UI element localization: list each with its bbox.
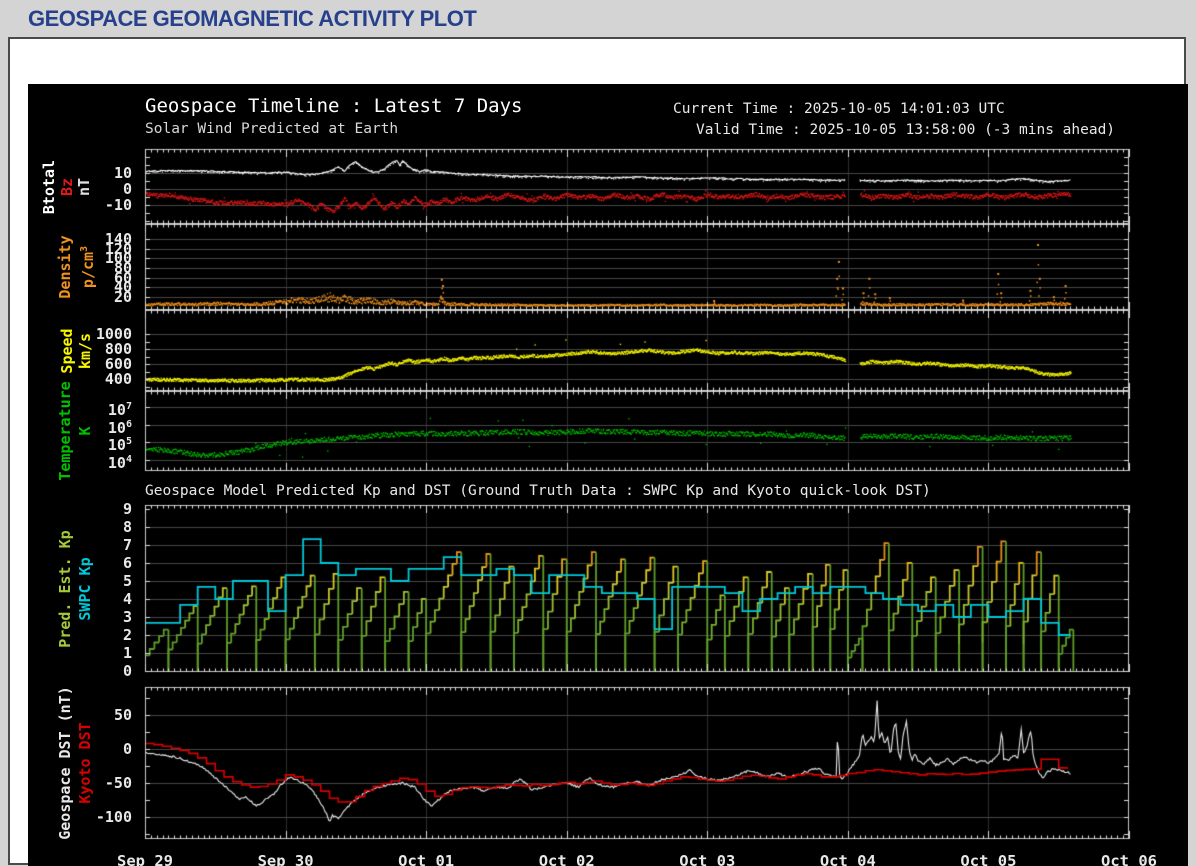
xtick-oct-01: Oct 01 (398, 852, 455, 866)
valid-time-label: Valid Time : 2025-10-05 13:58:00 (-3 min… (696, 122, 1116, 138)
ylabel-temperature: Temperature (56, 381, 74, 481)
xtick-oct-05: Oct 05 (960, 852, 1017, 866)
plot-frame: Geospace Timeline : Latest 7 Days Curren… (8, 37, 1188, 866)
page: GEOSPACE GEOMAGNETIC ACTIVITY PLOT Geosp… (0, 0, 1196, 866)
chart-title: Geospace Timeline : Latest 7 Days (145, 95, 523, 117)
plot-image: Geospace Timeline : Latest 7 Days Curren… (28, 84, 1188, 866)
xtick-oct-03: Oct 03 (679, 852, 736, 866)
current-time-label: Current Time : 2025-10-05 14:01:03 UTC (673, 101, 1005, 117)
ylabel-pred-est-kp: Pred. Est. Kp (56, 529, 74, 648)
ylabel-kyoto-dst: Kyoto DST (76, 722, 94, 804)
solar-wind-subtitle: Solar Wind Predicted at Earth (145, 121, 399, 137)
ylabel-swpc-kp: SWPC Kp (76, 556, 94, 621)
xtick-oct-06: Oct 06 (1101, 852, 1157, 866)
kp-dst-section-title: Geospace Model Predicted Kp and DST (Gro… (145, 483, 931, 499)
xtick-oct-02: Oct 02 (538, 852, 595, 866)
page-title: GEOSPACE GEOMAGNETIC ACTIVITY PLOT (28, 6, 477, 31)
ylabel-k: K (76, 426, 94, 436)
xtick-sep-29: Sep 29 (117, 852, 173, 866)
ylabel-geospace-dst-nt-: Geospace DST (nT) (56, 686, 74, 840)
xtick-oct-04: Oct 04 (819, 852, 876, 866)
xtick-sep-30: Sep 30 (257, 852, 314, 866)
chart-canvas (28, 84, 1188, 866)
